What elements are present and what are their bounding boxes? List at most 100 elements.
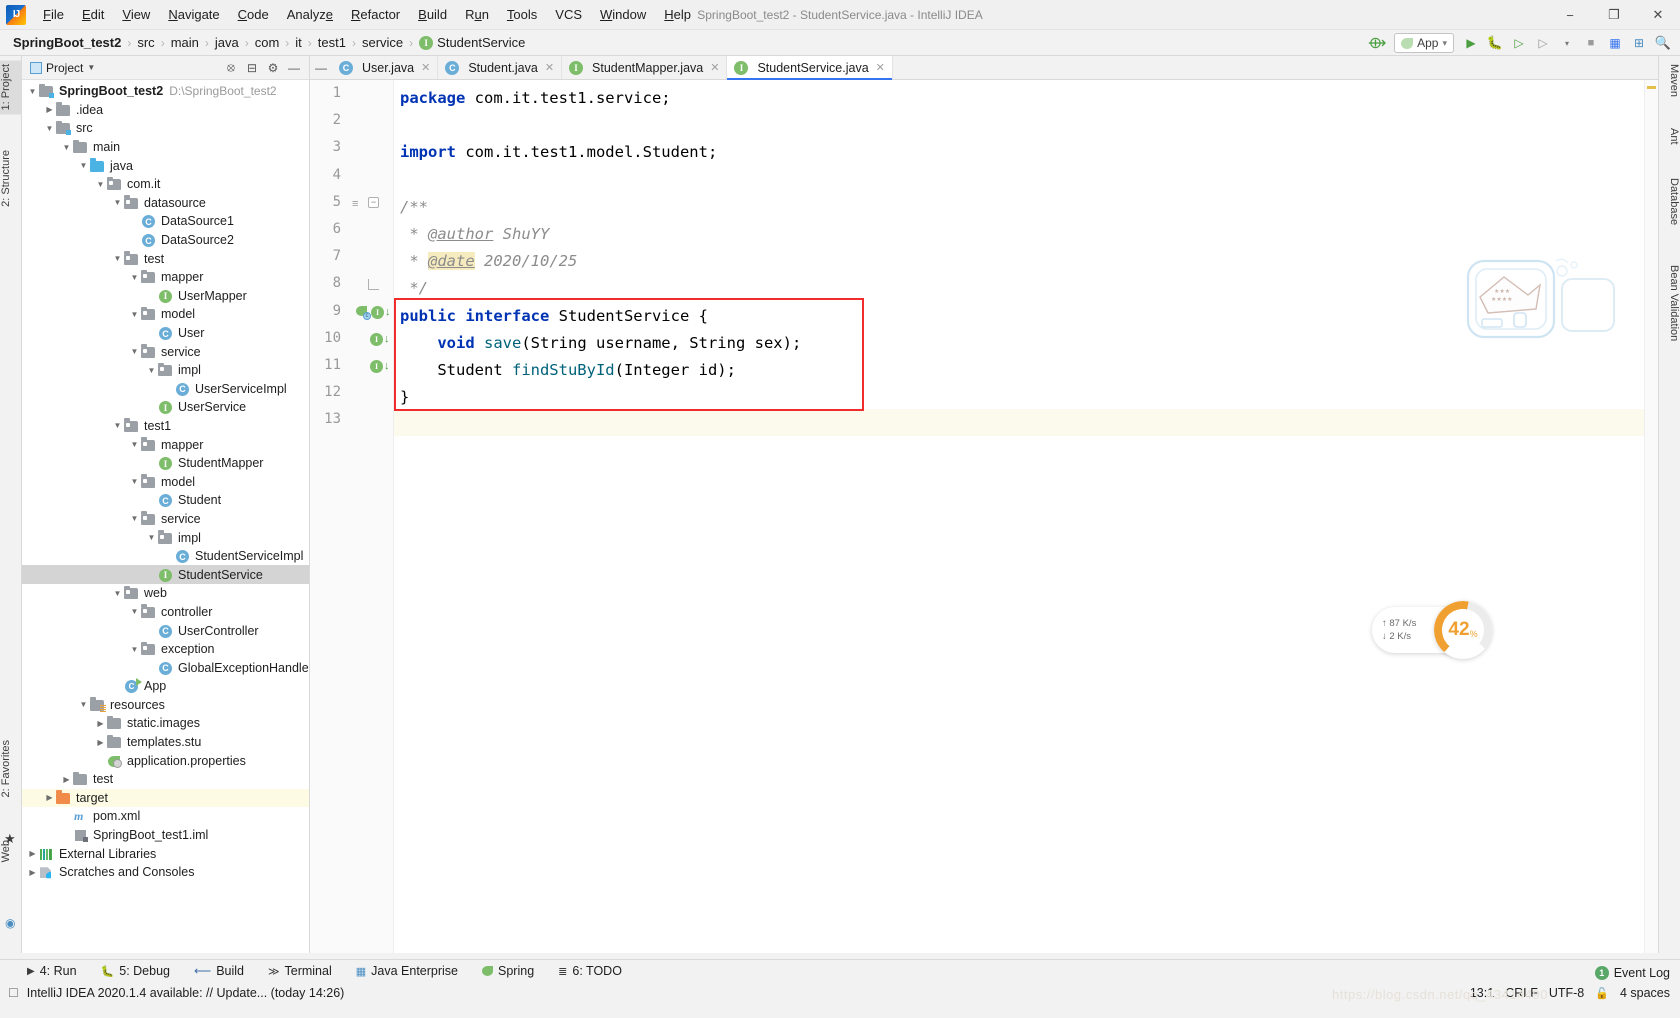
chevron-down-icon[interactable]: ▼ (111, 421, 124, 430)
minimize-button[interactable]: − (1548, 0, 1592, 30)
bottom-tool-terminal[interactable]: ≫ Terminal (263, 962, 337, 980)
tree-node-impl[interactable]: ▼ impl (22, 361, 309, 380)
chevron-right-icon[interactable]: ▶ (26, 868, 39, 877)
tree-node-datasource2[interactable]: C DataSource2 (22, 231, 309, 250)
tree-node-web[interactable]: ▼ web (22, 584, 309, 603)
menu-help[interactable]: Help (655, 3, 700, 26)
tree-node-datasource[interactable]: ▼ datasource (22, 194, 309, 213)
chevron-down-icon[interactable]: ▼ (77, 161, 90, 170)
project-tree[interactable]: ▼ SpringBoot_test2 D:\SpringBoot_test2 ▶ .id… (22, 80, 309, 953)
chevron-down-icon[interactable]: ▼ (111, 198, 124, 207)
editor-tab-user-java[interactable]: C User.java ✕ (332, 56, 439, 79)
editor-code[interactable]: package com.it.test1.service; import com.… (394, 80, 1658, 953)
tree-node-resources[interactable]: ▼ resources (22, 696, 309, 715)
close-icon[interactable]: ✕ (710, 61, 719, 74)
tree-node-main[interactable]: ▼ main (22, 138, 309, 157)
chevron-down-icon[interactable]: ▼ (60, 143, 73, 152)
chevron-down-icon[interactable]: ▼ (87, 63, 95, 72)
tree-node-controller[interactable]: ▼ controller (22, 603, 309, 622)
profile-dropdown-icon[interactable]: ▾ (1556, 32, 1578, 54)
chevron-down-icon[interactable]: ▼ (128, 440, 141, 449)
tree-node-springboot-test2[interactable]: ▼ SpringBoot_test2 D:\SpringBoot_test2 (22, 82, 309, 101)
run-configuration-selector[interactable]: App ▾ (1394, 33, 1454, 53)
chevron-right-icon[interactable]: ▶ (60, 775, 73, 784)
chevron-down-icon[interactable]: ▼ (128, 273, 141, 282)
sidebar-item-maven[interactable]: Maven (1658, 60, 1680, 101)
tree-node-userserviceimpl[interactable]: C UserServiceImpl (22, 380, 309, 399)
breadcrumb-leaf[interactable]: I StudentService (414, 33, 530, 52)
editor-tab-studentmapper-java[interactable]: I StudentMapper.java ✕ (562, 56, 728, 79)
sidebar-item-ant[interactable]: Ant (1658, 124, 1680, 149)
chevron-down-icon[interactable]: ▼ (128, 347, 141, 356)
close-button[interactable]: ✕ (1636, 0, 1680, 30)
menu-edit[interactable]: Edit (73, 3, 113, 26)
fold-region-close-icon[interactable] (368, 278, 379, 293)
chevron-down-icon[interactable]: ▼ (77, 700, 90, 709)
tree-node-mapper[interactable]: ▼ mapper (22, 435, 309, 454)
locate-icon[interactable]: ⦻ (222, 59, 240, 77)
chevron-right-icon[interactable]: ▶ (94, 719, 107, 728)
chevron-right-icon[interactable]: ▶ (43, 793, 56, 802)
debug-button[interactable]: 🐛 (1484, 32, 1506, 54)
tree-node-com-it[interactable]: ▼ com.it (22, 175, 309, 194)
menu-analyze[interactable]: Analyze (278, 3, 342, 26)
bottom-tool-java-enterprise[interactable]: ▦ Java Enterprise (351, 962, 463, 980)
bottom-tool-spring[interactable]: Spring (477, 962, 539, 980)
tree-node-student[interactable]: C Student (22, 491, 309, 510)
menu-navigate[interactable]: Navigate (159, 3, 228, 26)
breadcrumb-segment-7[interactable]: service (357, 33, 408, 52)
tree-node-studentmapper[interactable]: I StudentMapper (22, 454, 309, 473)
chevron-down-icon[interactable]: ▼ (128, 645, 141, 654)
sidebar-item-bean-validation[interactable]: Bean Validation (1658, 261, 1680, 345)
chevron-down-icon[interactable]: ▼ (94, 180, 107, 189)
bottom-tool-debug[interactable]: 🐛 5: Debug (96, 962, 175, 980)
tree-node-src[interactable]: ▼ src (22, 119, 309, 138)
warning-marker[interactable] (1647, 86, 1656, 89)
close-icon[interactable]: ✕ (876, 61, 885, 74)
chevron-right-icon[interactable]: ▶ (94, 738, 107, 747)
tree-node-user[interactable]: C User (22, 324, 309, 343)
tree-node-test[interactable]: ▼ test (22, 249, 309, 268)
tree-node-exception[interactable]: ▼ exception (22, 640, 309, 659)
spring-bean-gutter-icon[interactable]: c I ↓ (356, 305, 391, 320)
menu-code[interactable]: Code (229, 3, 278, 26)
tree-node-service[interactable]: ▼ service (22, 342, 309, 361)
chevron-down-icon[interactable]: ▼ (128, 477, 141, 486)
line-separator[interactable]: CRLF (1505, 986, 1538, 1000)
menu-build[interactable]: Build (409, 3, 456, 26)
implemented-method-gutter-icon[interactable]: I ↓ (370, 360, 390, 373)
tree-node-springboot-test1-iml[interactable]: SpringBoot_test1.iml (22, 826, 309, 845)
tree-node-templates-stu[interactable]: ▶ templates.stu (22, 733, 309, 752)
chevron-down-icon[interactable]: ▼ (111, 254, 124, 263)
tree-node-usercontroller[interactable]: C UserController (22, 621, 309, 640)
back-arrow-icon[interactable]: ⟴ (1366, 32, 1388, 54)
tree-node-datasource1[interactable]: C DataSource1 (22, 212, 309, 231)
tree-node-test1[interactable]: ▼ test1 (22, 417, 309, 436)
chevron-right-icon[interactable]: ▶ (26, 849, 39, 858)
tree-node-model[interactable]: ▼ model (22, 305, 309, 324)
tree-node-application-properties[interactable]: application.properties (22, 751, 309, 770)
editor-marker-gutter[interactable] (1644, 80, 1658, 953)
bottom-tool-todo[interactable]: ≣ 6: TODO (553, 962, 627, 980)
tree-node-globalexceptionhandler[interactable]: C GlobalExceptionHandler (22, 658, 309, 677)
fold-region-open-icon[interactable]: ≡ − (352, 196, 379, 210)
project-panel-title[interactable]: Project ▼ (26, 61, 95, 75)
tree-node-studentservice[interactable]: I StudentService (22, 565, 309, 585)
implemented-method-gutter-icon[interactable]: I ↓ (370, 332, 390, 346)
menu-vcs[interactable]: VCS (546, 3, 591, 26)
hide-icon[interactable]: — (285, 59, 303, 77)
breadcrumb-segment-0[interactable]: SpringBoot_test2 (8, 33, 126, 52)
tree-node-target[interactable]: ▶ target (22, 788, 309, 808)
breadcrumb-segment-3[interactable]: java (210, 33, 244, 52)
caret-position[interactable]: 13:1 (1470, 986, 1494, 1000)
indent-setting[interactable]: 4 spaces (1620, 986, 1670, 1000)
tree-node-studentserviceimpl[interactable]: C StudentServiceImpl (22, 547, 309, 566)
menu-window[interactable]: Window (591, 3, 655, 26)
tree-node-app[interactable]: C App (22, 677, 309, 696)
stop-button[interactable]: ■ (1580, 32, 1602, 54)
layout-button[interactable]: ▦ (1604, 32, 1626, 54)
sidebar-item-database[interactable]: Database (1658, 174, 1680, 229)
tree-node-impl[interactable]: ▼ impl (22, 528, 309, 547)
chevron-down-icon[interactable]: ▼ (111, 589, 124, 598)
run-coverage-button[interactable]: ▷ (1508, 32, 1530, 54)
